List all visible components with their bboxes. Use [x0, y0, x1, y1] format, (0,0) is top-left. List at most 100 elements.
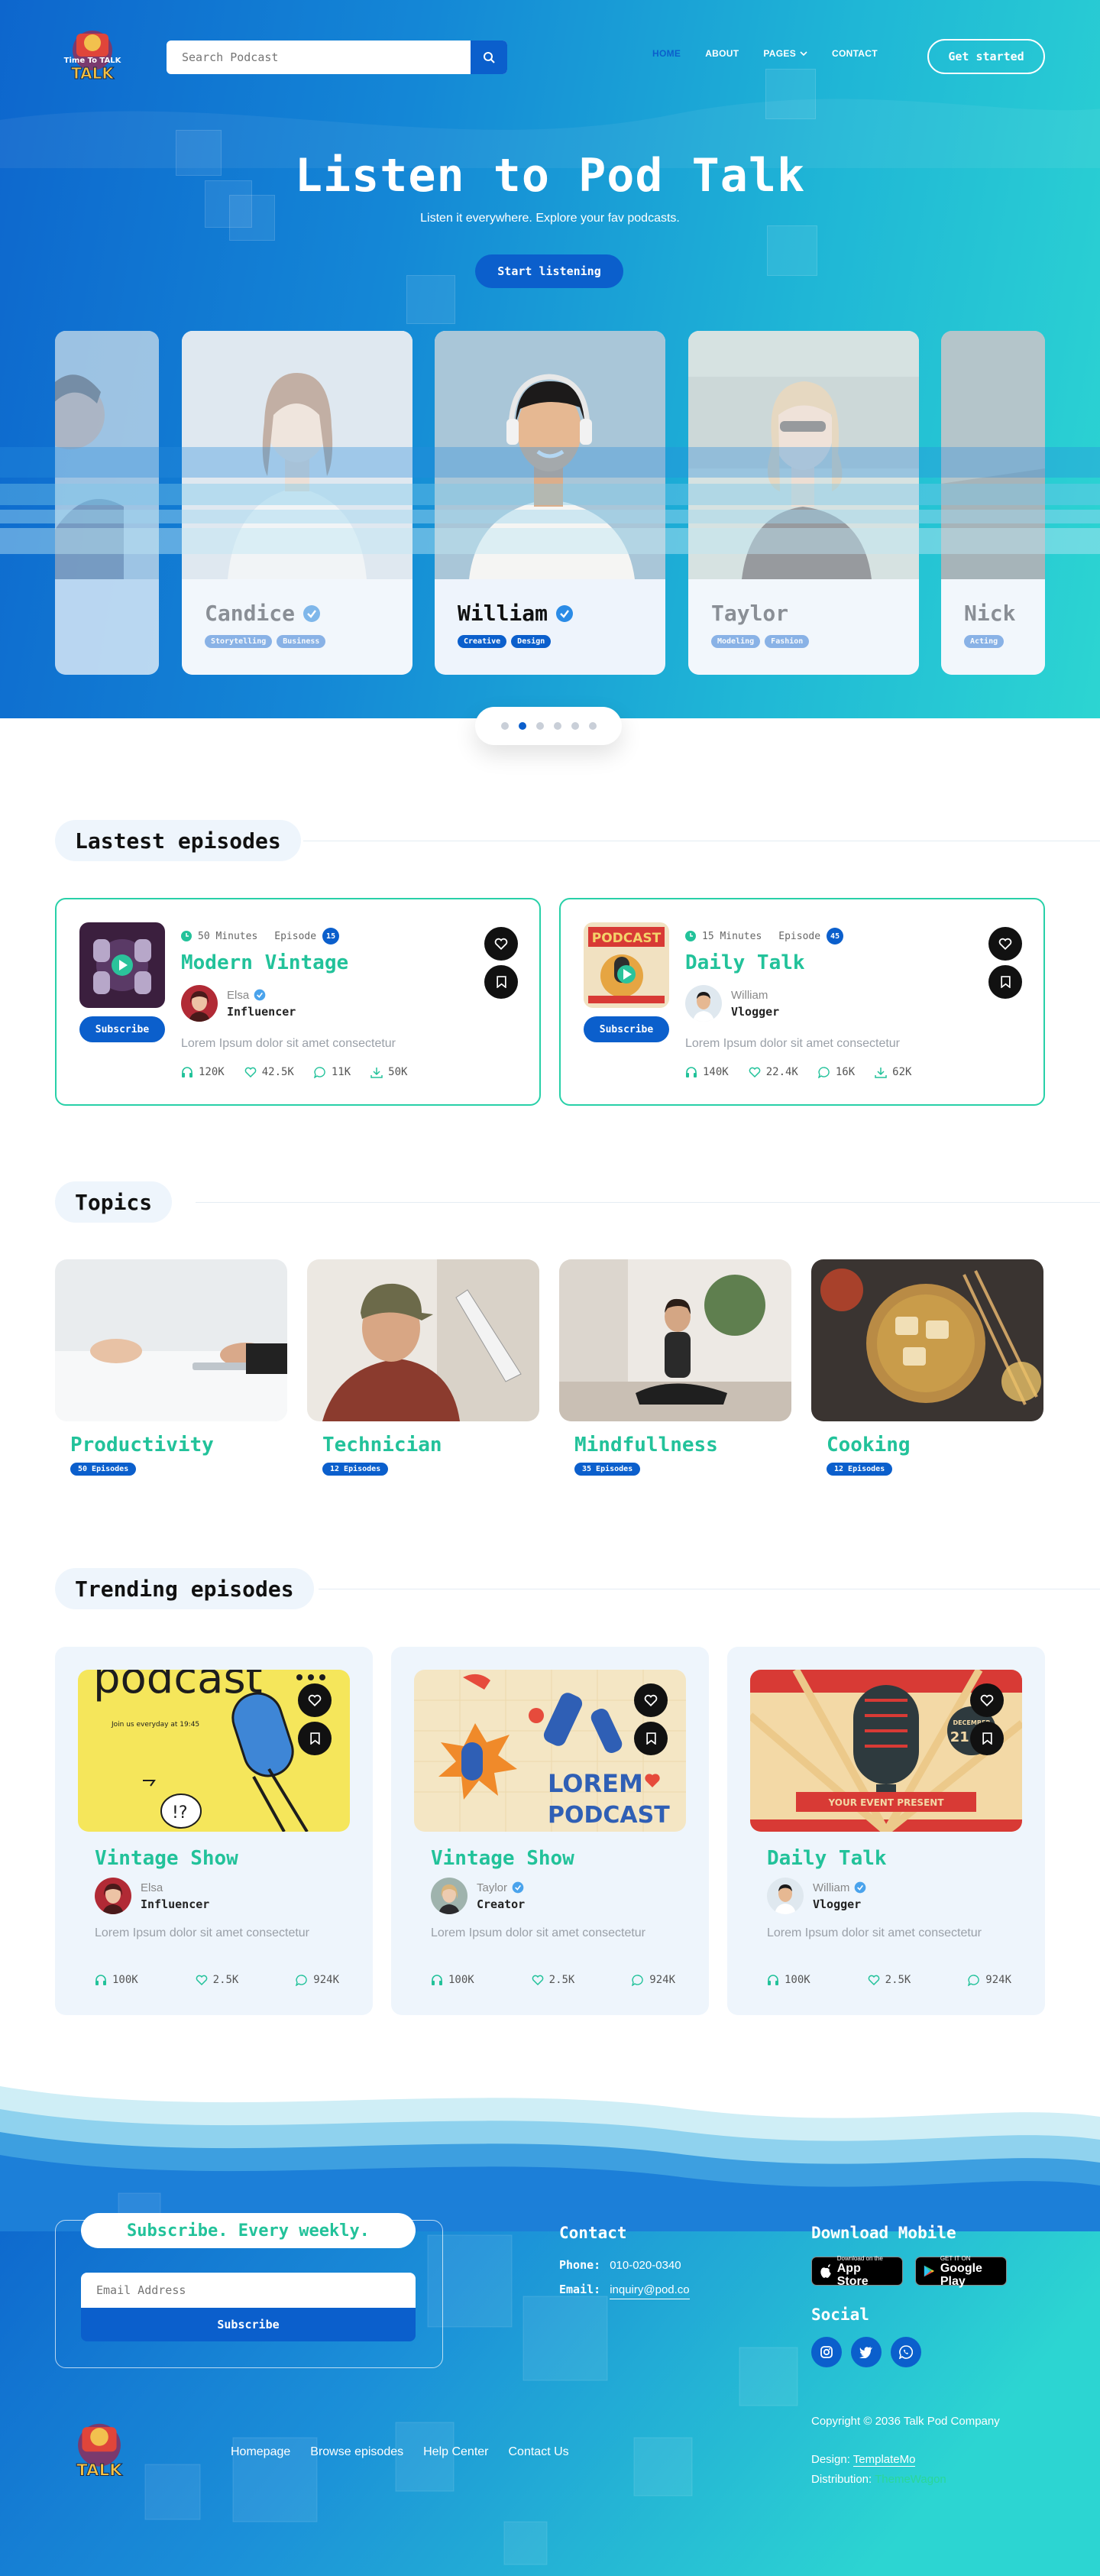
subscribe-button[interactable]: Subscribe [79, 1016, 165, 1042]
subscribe-button[interactable]: Subscribe [584, 1016, 669, 1042]
topic-name[interactable]: Technician [322, 1434, 539, 1456]
heart-icon[interactable] [532, 1975, 544, 1985]
tag[interactable]: Modeling [711, 635, 761, 648]
episode-title[interactable]: Vintage Show [95, 1847, 238, 1870]
google-play-badge[interactable]: GET IT ON Google Play [915, 2255, 1007, 2288]
profile-card-william[interactable]: William Creative Design [435, 331, 665, 675]
footer-link-help[interactable]: Help Center [423, 2445, 488, 2459]
profile-card-taylor[interactable]: Taylor Modeling Fashion [688, 331, 919, 675]
heart-icon[interactable] [868, 1975, 880, 1985]
nav-home[interactable]: HOME [652, 48, 681, 59]
logo[interactable]: Time To TALK TALK [61, 23, 124, 84]
topic-card-cooking[interactable]: Cooking 12 Episodes [811, 1259, 1043, 1476]
carousel-dot[interactable] [500, 722, 509, 730]
profile-card-partial-left[interactable] [55, 331, 159, 675]
host-name[interactable]: William [731, 989, 768, 1002]
comment-icon[interactable] [968, 1974, 980, 1986]
comment-icon[interactable] [632, 1974, 644, 1986]
profile-name: William [458, 601, 574, 626]
like-button[interactable] [634, 1683, 668, 1717]
topic-name[interactable]: Mindfullness [574, 1434, 791, 1456]
like-button[interactable] [988, 927, 1022, 961]
phone-value[interactable]: 010-020-0340 [610, 2259, 681, 2272]
footer-link-browse[interactable]: Browse episodes [310, 2445, 403, 2459]
episode-title[interactable]: Daily Talk [685, 951, 805, 974]
design-credit: Design: TemplateMo [811, 2453, 916, 2467]
episode-title[interactable]: Daily Talk [767, 1847, 887, 1870]
footer-logo[interactable]: TALK [66, 2415, 133, 2482]
comments-count: 924K [313, 1974, 339, 1986]
like-button[interactable] [970, 1683, 1004, 1717]
footer-link-contact[interactable]: Contact Us [509, 2445, 569, 2459]
newsletter-subscribe-button[interactable]: Subscribe [81, 2308, 416, 2341]
search-input[interactable] [167, 41, 471, 74]
topic-card-mindfullness[interactable]: Mindfullness 35 Episodes [559, 1259, 791, 1476]
host-name[interactable]: William [813, 1881, 849, 1894]
carousel-dot[interactable] [535, 722, 544, 730]
profile-card-candice[interactable]: Candice Storytelling Business [182, 331, 412, 675]
design-link[interactable]: TemplateMo [852, 2453, 916, 2467]
like-button[interactable] [298, 1683, 332, 1717]
trending-card[interactable]: YOUR EVENT PRESENT DECEMBER 21 ST Daily … [727, 1647, 1045, 2015]
app-store-badge[interactable]: Download on the App Store [811, 2255, 903, 2288]
carousel-dot[interactable] [518, 722, 526, 730]
episode-title[interactable]: Vintage Show [431, 1847, 574, 1870]
download-icon[interactable] [875, 1067, 887, 1078]
distribution-label: Distribution: [811, 2473, 872, 2486]
carousel-dot[interactable] [571, 722, 579, 730]
trending-card[interactable]: podcast Join us everyday at 19:45 !? Vin… [55, 1647, 373, 2015]
footer-link-homepage[interactable]: Homepage [231, 2445, 290, 2459]
heart-icon[interactable] [749, 1067, 761, 1077]
carousel-dot[interactable] [553, 722, 561, 730]
bookmark-button[interactable] [298, 1722, 332, 1755]
twitter-button[interactable] [851, 2337, 882, 2367]
tag[interactable]: Design [511, 635, 552, 648]
trending-card[interactable]: LOREM PODCAST Vintage Show Taylor Creato… [391, 1647, 709, 2015]
heart-icon[interactable] [244, 1067, 257, 1077]
host-name[interactable]: Taylor [477, 1881, 507, 1894]
search-button[interactable] [471, 41, 507, 74]
topic-card-productivity[interactable]: Productivity 50 Episodes [55, 1259, 287, 1476]
get-started-button[interactable]: Get started [927, 39, 1045, 74]
topic-name[interactable]: Cooking [827, 1434, 1043, 1456]
bookmark-icon [309, 1732, 320, 1745]
tag[interactable]: Acting [964, 635, 1005, 648]
bookmark-button[interactable] [970, 1722, 1004, 1755]
episode-title[interactable]: Modern Vintage [181, 951, 348, 974]
profile-card-nick[interactable]: Nick Acting [941, 331, 1045, 675]
comment-icon[interactable] [296, 1974, 308, 1986]
host-name[interactable]: Elsa [227, 989, 249, 1002]
nav-about[interactable]: ABOUT [705, 48, 739, 59]
bookmark-button[interactable] [634, 1722, 668, 1755]
profile-name: Nick [964, 601, 1015, 626]
start-listening-button[interactable]: Start listening [475, 254, 623, 288]
heart-icon [644, 1694, 658, 1706]
download-icon[interactable] [370, 1067, 383, 1078]
bookmark-button[interactable] [484, 965, 518, 999]
email-link[interactable]: inquiry@pod.co [610, 2283, 690, 2299]
carousel-dot[interactable] [588, 722, 597, 730]
whatsapp-button[interactable] [891, 2337, 921, 2367]
instagram-button[interactable] [811, 2337, 842, 2367]
episode-card[interactable]: Subscribe 50 Minutes Episode 15 Modern V… [55, 898, 541, 1106]
topic-card-technician[interactable]: Technician 12 Episodes [307, 1259, 539, 1476]
nav-contact[interactable]: CONTACT [832, 48, 878, 59]
like-button[interactable] [484, 927, 518, 961]
tag[interactable]: Storytelling [205, 635, 273, 648]
heart-icon[interactable] [196, 1975, 208, 1985]
comment-icon[interactable] [817, 1066, 830, 1078]
tag[interactable]: Business [277, 635, 326, 648]
episode-card[interactable]: PODCAST Subscribe 15 Minutes Episode 45 … [559, 898, 1045, 1106]
nav-pages[interactable]: PAGES [763, 48, 807, 59]
bookmark-button[interactable] [988, 965, 1022, 999]
newsletter-email-input[interactable] [81, 2273, 416, 2308]
comment-icon[interactable] [313, 1066, 326, 1078]
topic-name[interactable]: Productivity [70, 1434, 287, 1456]
host-name[interactable]: Elsa [141, 1881, 163, 1894]
likes-count: 22.4K [765, 1066, 798, 1078]
distribution-link[interactable]: ThemeWagon [875, 2473, 946, 2486]
verified-icon [512, 1881, 524, 1894]
tag[interactable]: Fashion [765, 635, 810, 648]
episode-artwork: PODCAST [584, 922, 669, 1008]
tag[interactable]: Creative [458, 635, 507, 648]
